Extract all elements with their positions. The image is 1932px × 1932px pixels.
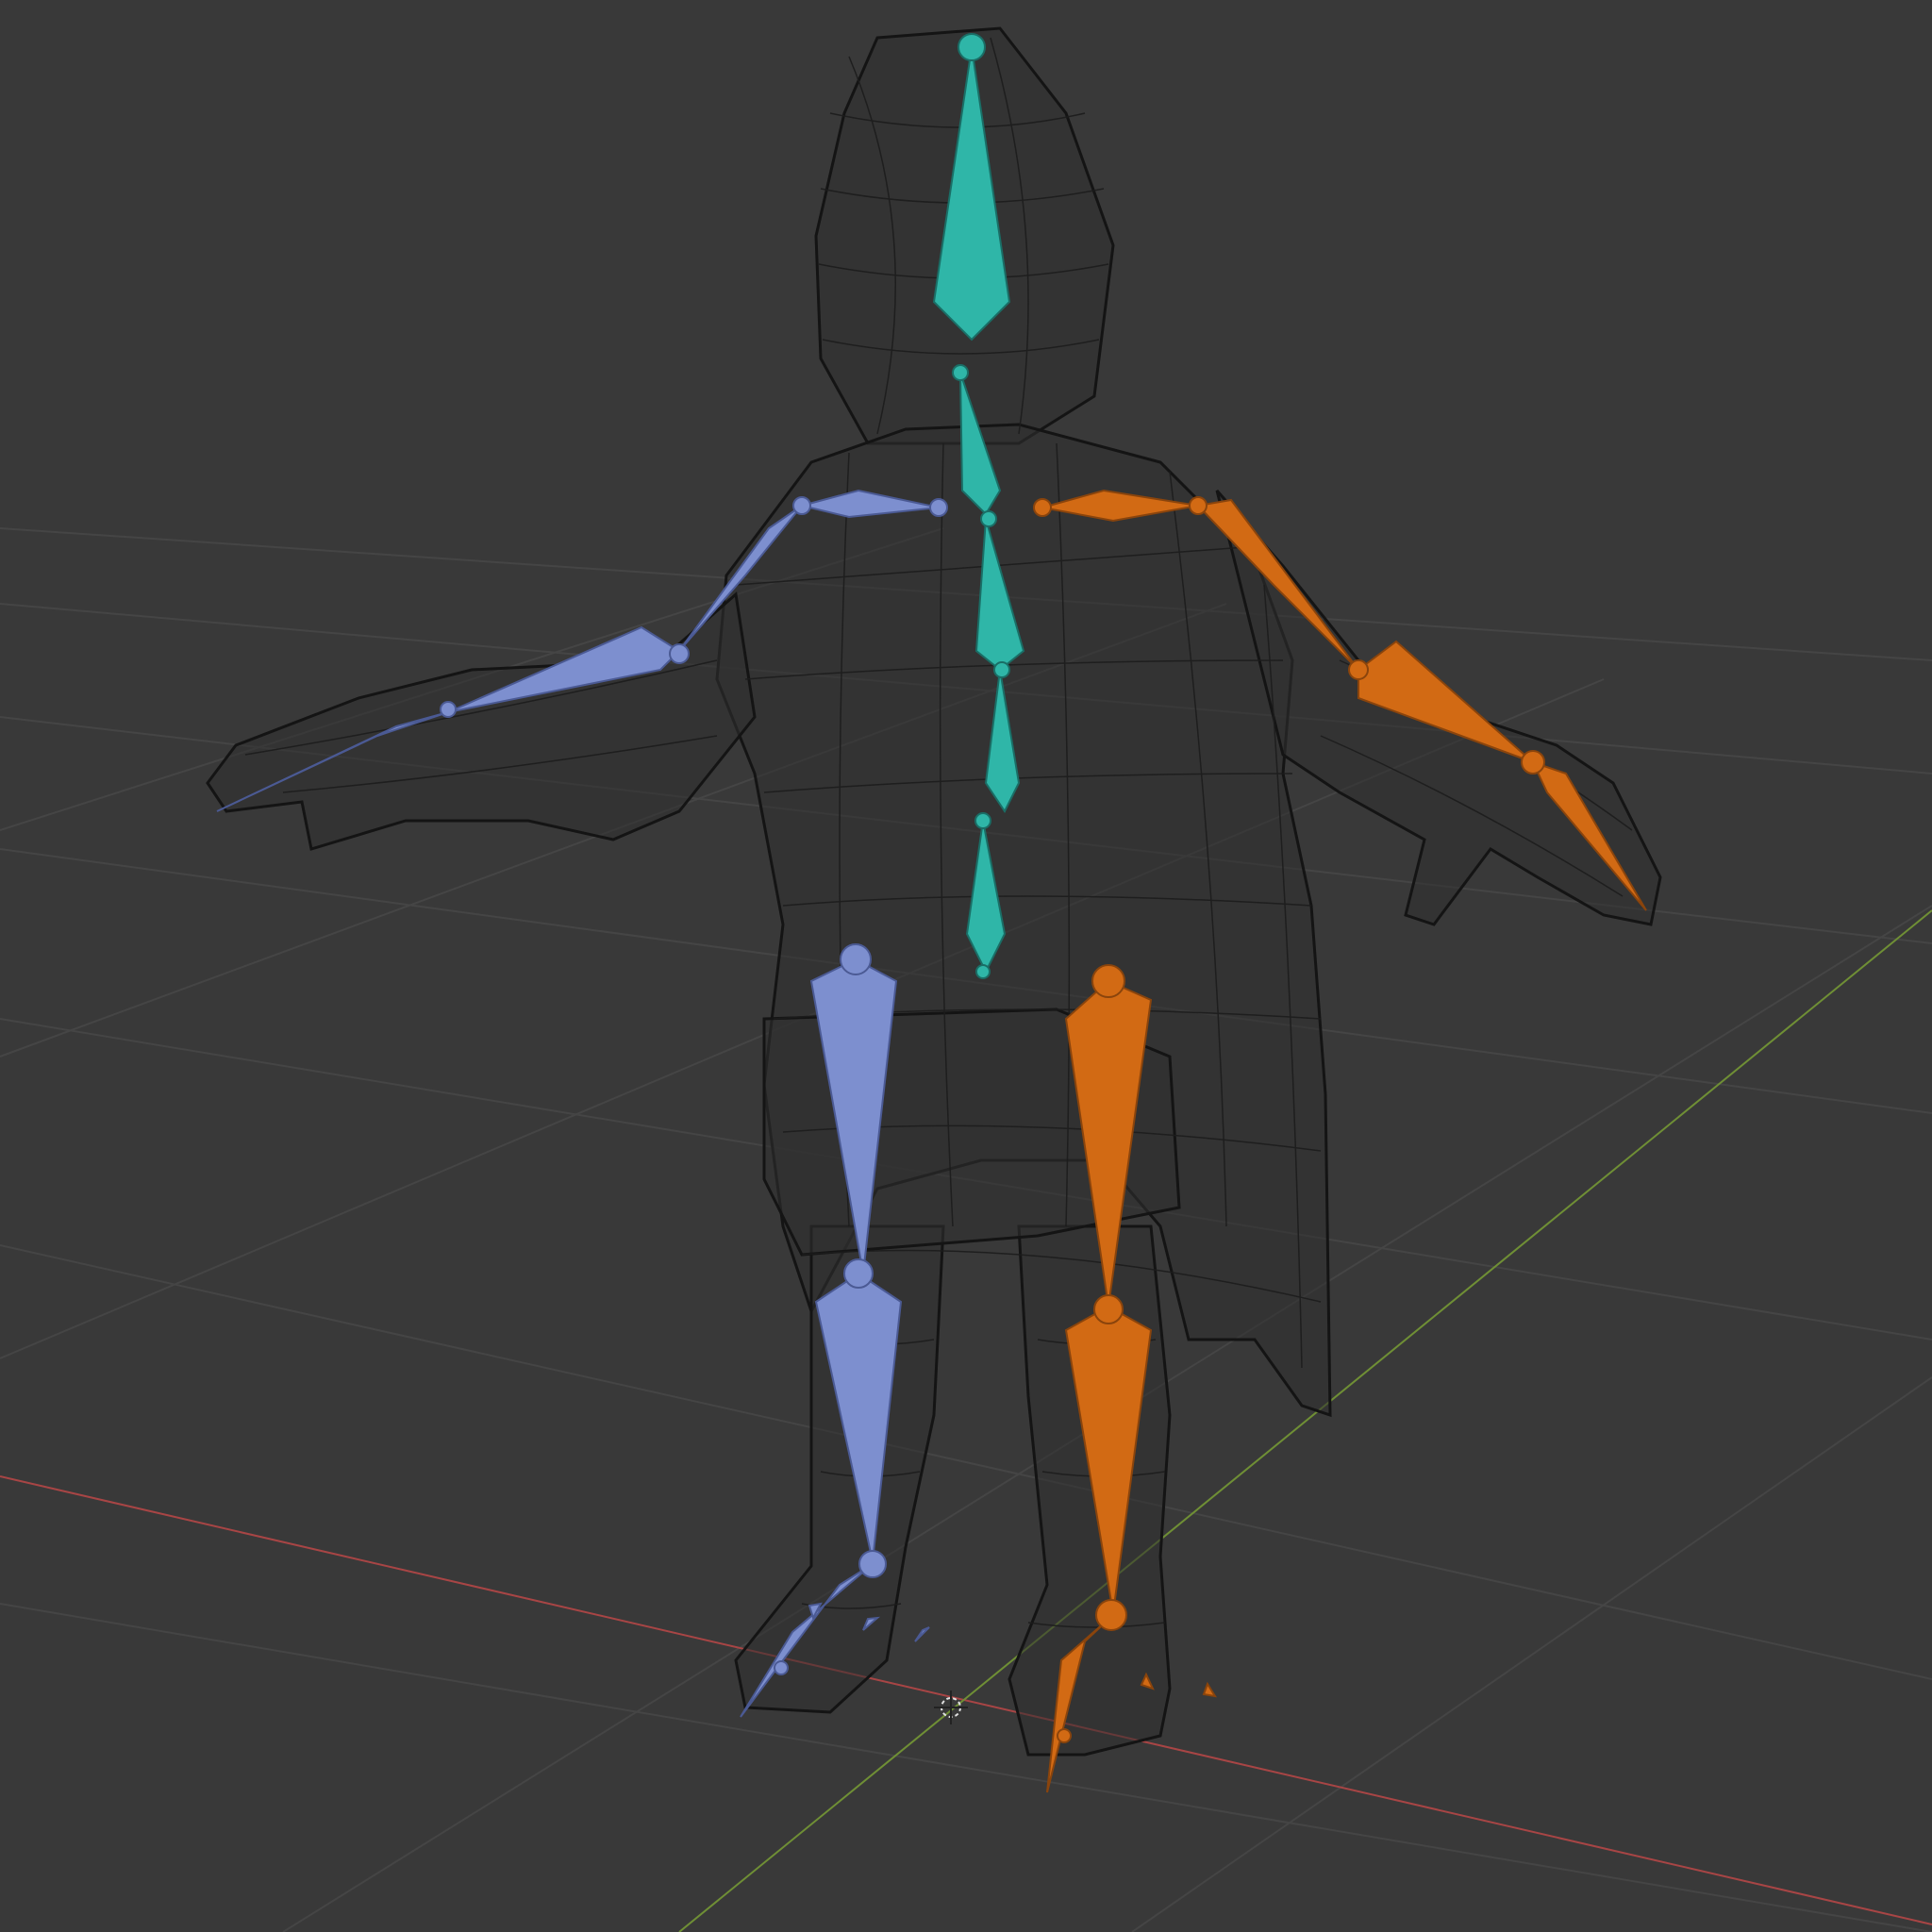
joint-pelvis (974, 812, 991, 829)
joint-hip-l (840, 943, 872, 975)
joint-knee-l (843, 1258, 874, 1289)
3d-viewport[interactable] (0, 0, 1932, 1932)
joint-clavicle-l (792, 496, 811, 515)
joint-elbow-r (1348, 659, 1369, 680)
bone-toe-l3 (914, 1626, 930, 1642)
joint-elbow-l (669, 643, 690, 664)
joint-tail (975, 964, 991, 979)
joint-knee-r (1093, 1294, 1124, 1324)
joint-waist (993, 661, 1010, 678)
viewport-canvas[interactable] (0, 0, 1932, 1932)
bone-toe-r2 (1202, 1681, 1218, 1698)
joint-hip-r (1091, 964, 1125, 998)
joint-neck (952, 364, 969, 381)
x-axis-line (0, 1475, 1932, 1925)
joint-clavicle-r (1189, 496, 1208, 515)
joint-ball-l (774, 1660, 789, 1675)
character-mesh[interactable] (206, 26, 1662, 1757)
joint-ankle-l (858, 1550, 887, 1578)
joint-wrist-r (1521, 750, 1545, 774)
joint-ball-r (1057, 1728, 1072, 1743)
joint-wrist-l (440, 701, 457, 718)
joint-shoulder-l (929, 498, 948, 517)
joint-ankle-r (1095, 1599, 1127, 1631)
mesh-arm-left (206, 591, 757, 851)
joint-head-top (958, 33, 986, 61)
joint-shoulder-r (1033, 498, 1052, 517)
joint-chest (980, 510, 997, 527)
